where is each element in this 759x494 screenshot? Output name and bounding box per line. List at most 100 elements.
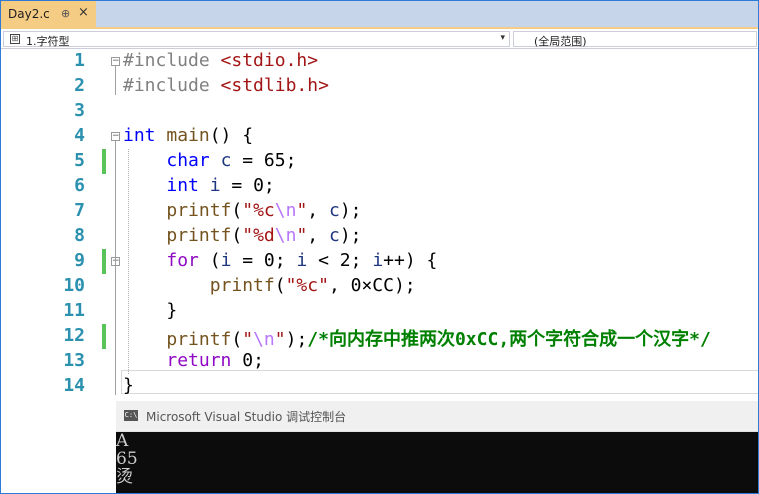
line-number: 4 (74, 125, 85, 146)
code-token: i (209, 175, 221, 196)
code-token: 0; (231, 350, 264, 371)
fold-toggle-icon[interactable]: − (111, 132, 120, 141)
project-icon: ⊞ (10, 34, 20, 44)
code-line[interactable]: 3 (1, 99, 758, 124)
code-token: "%c" (285, 275, 329, 296)
code-token: #include (123, 75, 221, 96)
tab-bar: Day2.c ⊕ × (1, 1, 758, 27)
debug-console[interactable]: C:\ Microsoft Visual Studio 调试控制台 A 65 烫 (116, 401, 758, 493)
line-number: 9 (74, 250, 85, 271)
pin-icon[interactable]: ⊕ (61, 7, 70, 20)
code-token: } (123, 300, 178, 321)
code-token: = 0; (220, 175, 275, 196)
code-text: int main() { (123, 125, 253, 146)
code-token: printf (166, 225, 232, 246)
code-token: c (328, 225, 340, 246)
code-token: i (296, 250, 308, 271)
fold-toggle-icon[interactable]: − (111, 57, 120, 66)
line-number: 3 (74, 100, 85, 121)
chevron-down-icon: ▾ (500, 33, 505, 43)
code-token: ( (231, 200, 243, 221)
code-token: " (296, 225, 308, 246)
navigation-bar: ⊞ 1.字符型 ▾ (全局范围) (1, 27, 758, 49)
code-token: <stdio.h> (220, 50, 319, 71)
code-token: i (372, 250, 384, 271)
line-number: 11 (63, 300, 85, 321)
line-number: 2 (74, 75, 85, 96)
fold-region-line (115, 266, 117, 320)
code-text: printf("%d\n", c); (123, 225, 362, 246)
change-marker (102, 249, 106, 274)
console-title-bar: C:\ Microsoft Visual Studio 调试控制台 (116, 401, 758, 432)
global-scope-label: (全局范围) (534, 35, 587, 48)
code-token: int (123, 125, 156, 146)
code-token: , (307, 200, 329, 221)
tab-day2-c[interactable]: Day2.c ⊕ × (1, 1, 96, 27)
code-token: #include (123, 50, 221, 71)
code-text: } (123, 300, 177, 321)
code-token: = 0; (231, 250, 297, 271)
global-scope-dropdown[interactable]: (全局范围) (513, 31, 757, 48)
code-token: ); (285, 329, 308, 350)
code-token: ( (198, 250, 221, 271)
code-text: } (123, 375, 134, 396)
code-token: /*向内存中推两次0xCC,两个字符合成一个汉字*/ (307, 329, 711, 350)
code-token: return (166, 350, 232, 371)
fold-region-line (115, 66, 117, 95)
code-token: , (307, 225, 329, 246)
project-scope-dropdown[interactable]: ⊞ 1.字符型 ▾ (3, 31, 510, 48)
code-token: c (328, 200, 340, 221)
line-number: 1 (74, 50, 85, 71)
code-token: int (166, 175, 199, 196)
line-number: 6 (74, 175, 85, 196)
code-token: " (242, 329, 254, 350)
code-token: \n (274, 225, 297, 246)
code-token: \n (274, 200, 297, 221)
change-marker (102, 149, 106, 174)
code-text: for (i = 0; i < 2; i++) { (123, 250, 437, 271)
code-token: "%c (242, 200, 275, 221)
code-token: ( (231, 225, 243, 246)
change-marker (102, 324, 106, 349)
code-token: ); (339, 200, 362, 221)
code-token: = 65; (231, 150, 297, 171)
code-token: () { (209, 125, 254, 146)
line-number: 14 (63, 375, 85, 396)
line-number: 13 (63, 350, 85, 371)
line-number: 10 (63, 275, 85, 296)
code-text: char c = 65; (123, 150, 296, 171)
code-token: " (296, 200, 308, 221)
project-scope-label: 1.字符型 (26, 35, 70, 48)
console-icon: C:\ (124, 410, 138, 421)
code-text: printf("%c\n", c); (123, 200, 362, 221)
code-token: " (274, 329, 286, 350)
code-token: for (166, 250, 199, 271)
ide-window: Day2.c ⊕ × ⊞ 1.字符型 ▾ (全局范围) 1 #include <s… (0, 0, 759, 494)
line-number: 5 (74, 150, 85, 171)
code-token: ); (339, 225, 362, 246)
code-text: #include <stdlib.h> (123, 75, 329, 96)
code-text: int i = 0; (123, 175, 275, 196)
code-text: printf("%c", 0×CC); (123, 275, 416, 296)
code-text: #include <stdio.h> (123, 50, 318, 71)
code-token: <stdlib.h> (220, 75, 329, 96)
code-text: return 0; (123, 350, 264, 371)
code-token: char (166, 150, 210, 171)
code-token: < 2; (307, 250, 373, 271)
code-token: \n (253, 329, 275, 350)
code-token: , 0×CC); (328, 275, 416, 296)
console-output: A 65 烫 (116, 431, 138, 487)
tab-title: Day2.c (8, 7, 50, 21)
code-token: c (220, 150, 232, 171)
code-text: printf("\n");/*向内存中推两次0xCC,两个字符合成一个汉字*/ (123, 325, 711, 351)
close-tab-icon[interactable]: × (78, 5, 89, 20)
line-number: 7 (74, 200, 85, 221)
